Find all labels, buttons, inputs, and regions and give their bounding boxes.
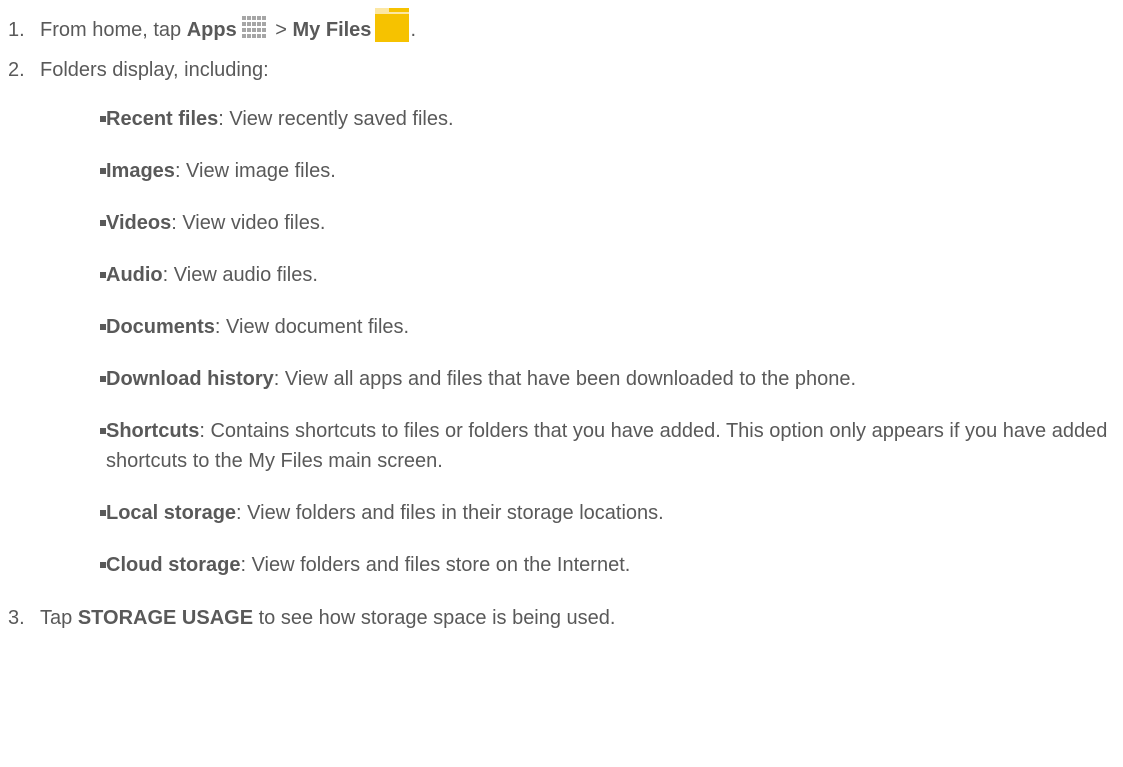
folder-name: Images [106,160,175,182]
folder-name: Audio [106,264,163,286]
folder-name: Cloud storage [106,554,241,576]
apps-grid-icon [241,16,266,44]
folder-icon [375,8,410,48]
folder-name: Videos [106,212,172,234]
step-number: 2. [8,59,25,81]
step-2: 2. Folders display, including: [8,58,269,82]
folder-desc: : View audio files. [162,264,318,286]
folder-desc: : View all apps and files that have been… [273,368,857,390]
step-text: Tap STORAGE USAGE to see how storage spa… [40,607,616,629]
storage-usage-label: STORAGE USAGE [77,607,254,629]
folder-desc: : View recently saved files. [218,108,454,130]
folder-name: Documents [106,316,215,338]
folder-name: Local storage [106,502,237,524]
my-files-label: My Files [292,19,372,41]
folder-name: Recent files [106,108,219,130]
folder-name: Download history [106,368,274,390]
step-number: 1. [8,19,25,41]
apps-label: Apps [186,19,237,41]
folder-desc: : View folders and files store on the In… [240,554,631,576]
folder-name: Shortcuts [106,420,200,442]
folder-desc: : View video files. [171,212,326,234]
step-number: 3. [8,607,25,629]
step-text: From home, tap Apps > My Files . [40,8,416,48]
step-1: 1. From home, tap Apps > My Files . [8,8,416,48]
folder-desc: : View image files. [174,160,336,182]
step-3: 3. Tap STORAGE USAGE to see how storage s… [8,606,615,630]
folder-desc: : Contains shortcuts to files or folders… [106,420,1108,472]
folder-desc: : View folders and files in their storag… [236,502,664,524]
step-text: Folders display, including: [40,59,269,81]
folder-desc: : View document files. [214,316,410,338]
